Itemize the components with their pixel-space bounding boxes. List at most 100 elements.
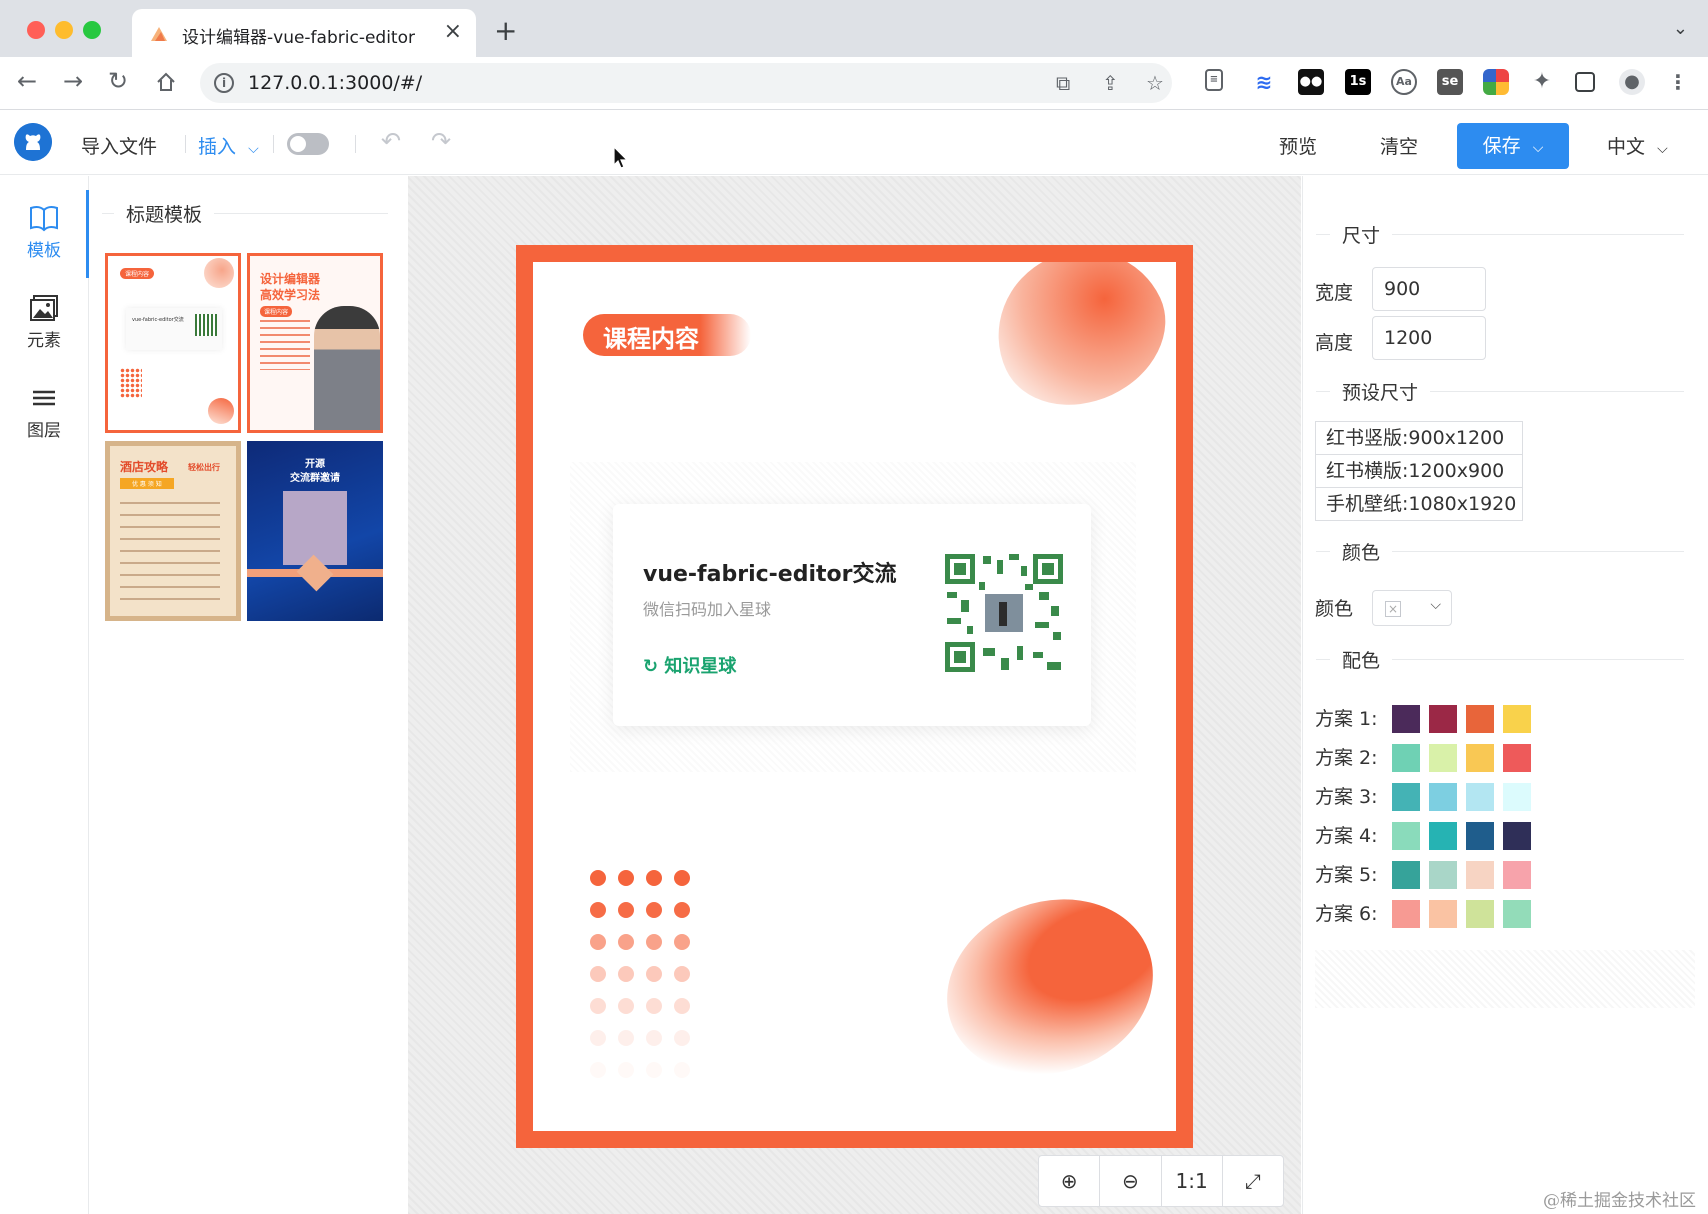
reload-icon[interactable]: ↻: [108, 67, 128, 95]
rail-item-templates[interactable]: 模板: [0, 190, 89, 278]
extension-layers-icon[interactable]: ≋: [1251, 69, 1277, 95]
color-swatch[interactable]: [1429, 783, 1457, 811]
color-swatch[interactable]: [1503, 705, 1531, 733]
poster-dot: [646, 1062, 662, 1078]
extension-1s-icon[interactable]: 1s: [1345, 69, 1371, 95]
thumb-title: 开源: [305, 459, 325, 470]
poster-dot: [590, 1030, 606, 1046]
undo-icon[interactable]: ↶: [381, 127, 401, 155]
color-swatch[interactable]: [1466, 861, 1494, 889]
poster-info-card[interactable]: vue-fabric-editor交流 微信扫码加入星球 ↻ 知识星球: [613, 504, 1091, 726]
maximize-window-button[interactable]: [83, 21, 101, 39]
poster-card-subtitle: 微信扫码加入星球: [643, 600, 772, 619]
color-swatch[interactable]: [1429, 822, 1457, 850]
color-swatch[interactable]: [1503, 861, 1531, 889]
back-icon[interactable]: ←: [17, 67, 37, 95]
color-swatch[interactable]: [1503, 744, 1531, 772]
new-tab-icon[interactable]: +: [494, 14, 517, 47]
extensions-puzzle-icon[interactable]: ✦: [1529, 69, 1555, 95]
fit-screen-button[interactable]: ⤢: [1223, 1156, 1283, 1206]
width-input[interactable]: 900: [1372, 267, 1486, 311]
poster-canvas[interactable]: 课程内容 vue-fabric-editor交流 微信扫码加入星球 ↻ 知识星球: [516, 245, 1193, 1148]
snap-toggle[interactable]: [287, 133, 329, 155]
scheme-label: 方案 3:: [1315, 786, 1378, 808]
thumb-list: [120, 502, 220, 600]
save-button[interactable]: 保存 ⌵: [1457, 123, 1569, 169]
extension-mask-icon[interactable]: ●●: [1298, 69, 1324, 95]
poster-dot: [618, 998, 634, 1014]
poster-dot: [646, 902, 662, 918]
scheme-label: 方案 4:: [1315, 825, 1378, 847]
zoom-in-button[interactable]: ⊕: [1039, 1156, 1101, 1206]
rail-item-elements[interactable]: 元素: [0, 280, 88, 360]
color-swatch[interactable]: [1466, 900, 1494, 928]
insert-dropdown[interactable]: 插入 ⌵: [198, 132, 259, 159]
thumb-tag: 课程内容: [120, 268, 155, 279]
color-swatch[interactable]: [1429, 900, 1457, 928]
poster-dot: [590, 870, 606, 886]
forward-icon[interactable]: →: [63, 67, 83, 95]
extension-color-icon[interactable]: [1483, 69, 1509, 95]
color-swatch[interactable]: [1503, 900, 1531, 928]
browser-menu-icon[interactable]: ⋮: [1665, 69, 1691, 95]
import-file-button[interactable]: 导入文件: [81, 132, 157, 159]
url-input[interactable]: i 127.0.0.1:3000/#/ ⧉ ⇪ ☆: [200, 63, 1172, 103]
zoom-out-button[interactable]: ⊖: [1100, 1156, 1162, 1206]
share-icon[interactable]: ⇪: [1102, 71, 1119, 95]
extension-dictionary-icon[interactable]: Aa: [1391, 69, 1417, 95]
color-swatch[interactable]: [1466, 744, 1494, 772]
extension-se-icon[interactable]: se: [1437, 69, 1463, 95]
color-swatch[interactable]: [1503, 822, 1531, 850]
thumb-title: 设计编辑器: [260, 272, 321, 286]
browser-tab[interactable]: 设计编辑器-vue-fabric-editor ×: [132, 9, 476, 57]
poster-dot: [618, 1062, 634, 1078]
color-swatch[interactable]: [1392, 822, 1420, 850]
reader-icon[interactable]: ≡: [1205, 69, 1223, 91]
thumb-qr: [195, 314, 217, 336]
language-select[interactable]: 中文 ⌵: [1607, 132, 1668, 159]
preset-landscape-button[interactable]: 红书横版:1200x900: [1315, 454, 1523, 488]
preset-portrait-button[interactable]: 红书竖版:900x1200: [1315, 421, 1523, 455]
poster-tag[interactable]: 课程内容: [583, 314, 751, 356]
chevron-down-icon: ⌵: [248, 141, 259, 157]
color-swatch[interactable]: [1429, 861, 1457, 889]
color-swatch[interactable]: [1429, 744, 1457, 772]
color-swatch[interactable]: [1466, 783, 1494, 811]
minimize-window-button[interactable]: [55, 21, 73, 39]
thumb-title: 交流群邀请: [290, 473, 340, 484]
tab-search-chevron-icon[interactable]: ⌄: [1673, 18, 1688, 39]
template-thumb-hotel[interactable]: 酒店攻略 轻松出行 优 惠 须 知: [105, 441, 241, 621]
close-window-button[interactable]: [27, 21, 45, 39]
preset-wallpaper-button[interactable]: 手机壁纸:1080x1920: [1315, 487, 1523, 521]
color-picker[interactable]: × ⌵: [1372, 590, 1452, 626]
clear-button[interactable]: 清空: [1380, 132, 1418, 159]
color-swatch[interactable]: [1466, 705, 1494, 733]
zoom-reset-button[interactable]: 1:1: [1162, 1156, 1223, 1206]
color-swatch[interactable]: [1429, 705, 1457, 733]
redo-icon[interactable]: ↷: [431, 127, 451, 155]
height-input[interactable]: 1200: [1372, 316, 1486, 360]
color-swatch[interactable]: [1503, 783, 1531, 811]
qr-code-image: [943, 552, 1065, 674]
color-swatch[interactable]: [1466, 822, 1494, 850]
color-swatch[interactable]: [1392, 705, 1420, 733]
github-icon[interactable]: [14, 123, 52, 161]
color-swatch[interactable]: [1392, 861, 1420, 889]
rail-item-layers[interactable]: 图层: [0, 370, 88, 450]
color-swatch[interactable]: [1392, 783, 1420, 811]
home-icon[interactable]: [155, 71, 177, 93]
translate-icon[interactable]: ⧉: [1056, 71, 1070, 95]
template-thumb-course[interactable]: 课程内容 vue-fabric-editor交流: [105, 253, 241, 433]
close-tab-icon[interactable]: ×: [444, 19, 462, 44]
site-info-icon[interactable]: i: [214, 73, 234, 93]
side-panel-icon[interactable]: [1575, 72, 1595, 92]
color-swatch[interactable]: [1392, 744, 1420, 772]
preview-button[interactable]: 预览: [1279, 132, 1317, 159]
template-thumb-invite[interactable]: 开源 交流群邀请: [247, 441, 383, 621]
poster-dot: [674, 1062, 690, 1078]
profile-avatar-icon[interactable]: ●: [1619, 69, 1645, 95]
template-thumb-study[interactable]: 设计编辑器 高效学习法 课程内容: [247, 253, 383, 433]
bookmark-star-icon[interactable]: ☆: [1146, 71, 1164, 95]
poster-dot: [646, 870, 662, 886]
color-swatch[interactable]: [1392, 900, 1420, 928]
